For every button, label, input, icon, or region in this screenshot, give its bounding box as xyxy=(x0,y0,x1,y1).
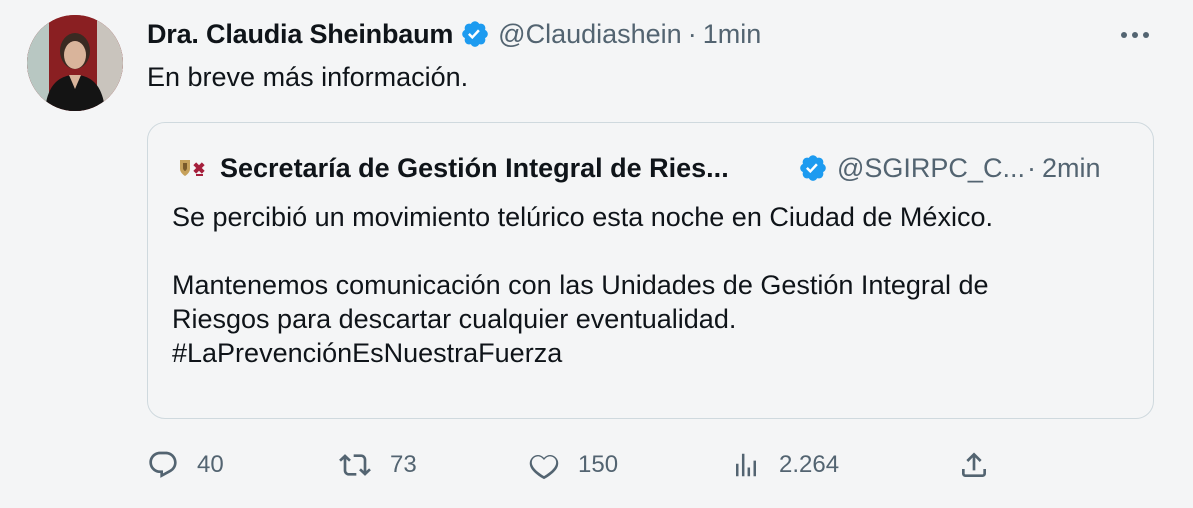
author-handle[interactable]: @Claudiashein xyxy=(498,19,682,50)
reply-icon xyxy=(147,449,179,481)
quoted-tweet[interactable]: Secretaría de Gestión Integral de Ries..… xyxy=(147,122,1154,419)
retweet-count: 73 xyxy=(390,451,417,478)
retweet-button[interactable]: 73 xyxy=(338,446,417,484)
quoted-author-name[interactable]: Secretaría de Gestión Integral de Ries..… xyxy=(220,153,786,184)
quoted-tweet-header: Secretaría de Gestión Integral de Ries..… xyxy=(172,151,1101,185)
more-icon[interactable] xyxy=(1118,22,1152,48)
views-button[interactable]: 2.264 xyxy=(731,446,839,484)
quoted-author-logo[interactable] xyxy=(172,151,212,185)
quoted-tweet-text: Se percibió un movimiento telúrico esta … xyxy=(172,200,993,370)
quoted-text-line: Riesgos para descartar cualquier eventua… xyxy=(172,304,737,334)
share-button[interactable] xyxy=(958,446,990,484)
verified-badge-icon xyxy=(460,19,490,49)
hashtag-link[interactable]: #LaPrevenciónEsNuestraFuerza xyxy=(172,336,993,370)
separator-dot: · xyxy=(687,18,697,49)
verified-badge-icon xyxy=(798,153,828,183)
action-bar: 40 73 150 2.264 xyxy=(147,446,997,484)
views-icon xyxy=(731,449,761,481)
quoted-text-line: Se percibió un movimiento telúrico esta … xyxy=(172,202,993,232)
tweet-header: Dra. Claudia Sheinbaum @Claudiashein · 1… xyxy=(147,16,761,52)
like-button[interactable]: 150 xyxy=(528,446,618,484)
reply-count: 40 xyxy=(197,451,224,478)
tweet-text: En breve más información. xyxy=(147,62,469,92)
quoted-author-handle[interactable]: @SGIRPC_C... xyxy=(837,153,1023,184)
avatar[interactable] xyxy=(27,15,123,111)
view-count: 2.264 xyxy=(779,451,840,478)
author-name[interactable]: Dra. Claudia Sheinbaum xyxy=(147,19,453,50)
like-count: 150 xyxy=(578,451,619,478)
quoted-tweet-timestamp[interactable]: 2min xyxy=(1042,153,1101,184)
like-icon xyxy=(528,449,560,481)
retweet-icon xyxy=(338,449,372,481)
reply-button[interactable]: 40 xyxy=(147,446,224,484)
share-icon xyxy=(958,449,990,481)
separator-dot: · xyxy=(1027,152,1036,183)
quoted-text-line: Mantenemos comunicación con las Unidades… xyxy=(172,270,989,300)
tweet-timestamp[interactable]: 1min xyxy=(703,19,762,50)
